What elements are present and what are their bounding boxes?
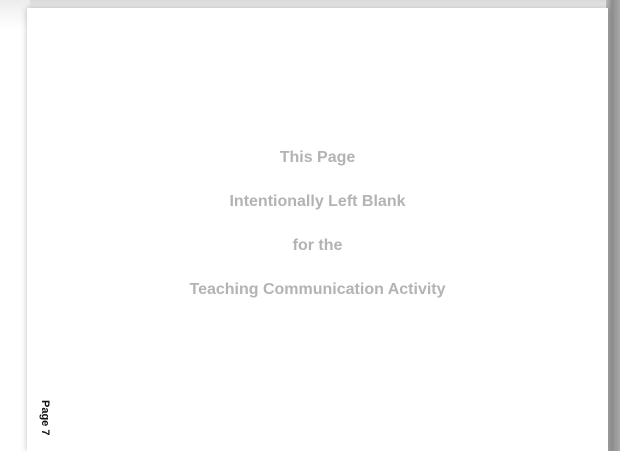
notice-line-this-page: This Page (279, 149, 356, 166)
page-number-container: Page 7 (37, 400, 57, 448)
notice-line-activity-title: Teaching Communication Activity (189, 281, 446, 298)
document-page: This Page Intentionally Left Blank for t… (27, 8, 608, 451)
document-viewport: This Page Intentionally Left Blank for t… (0, 0, 620, 451)
page-shadow-right (606, 0, 620, 451)
page-number: Page 7 (39, 400, 51, 436)
blank-page-notice: This Page Intentionally Left Blank for t… (27, 148, 608, 324)
notice-line-for-the: for the (292, 237, 343, 254)
notice-line-intentionally-left-blank: Intentionally Left Blank (229, 193, 406, 210)
